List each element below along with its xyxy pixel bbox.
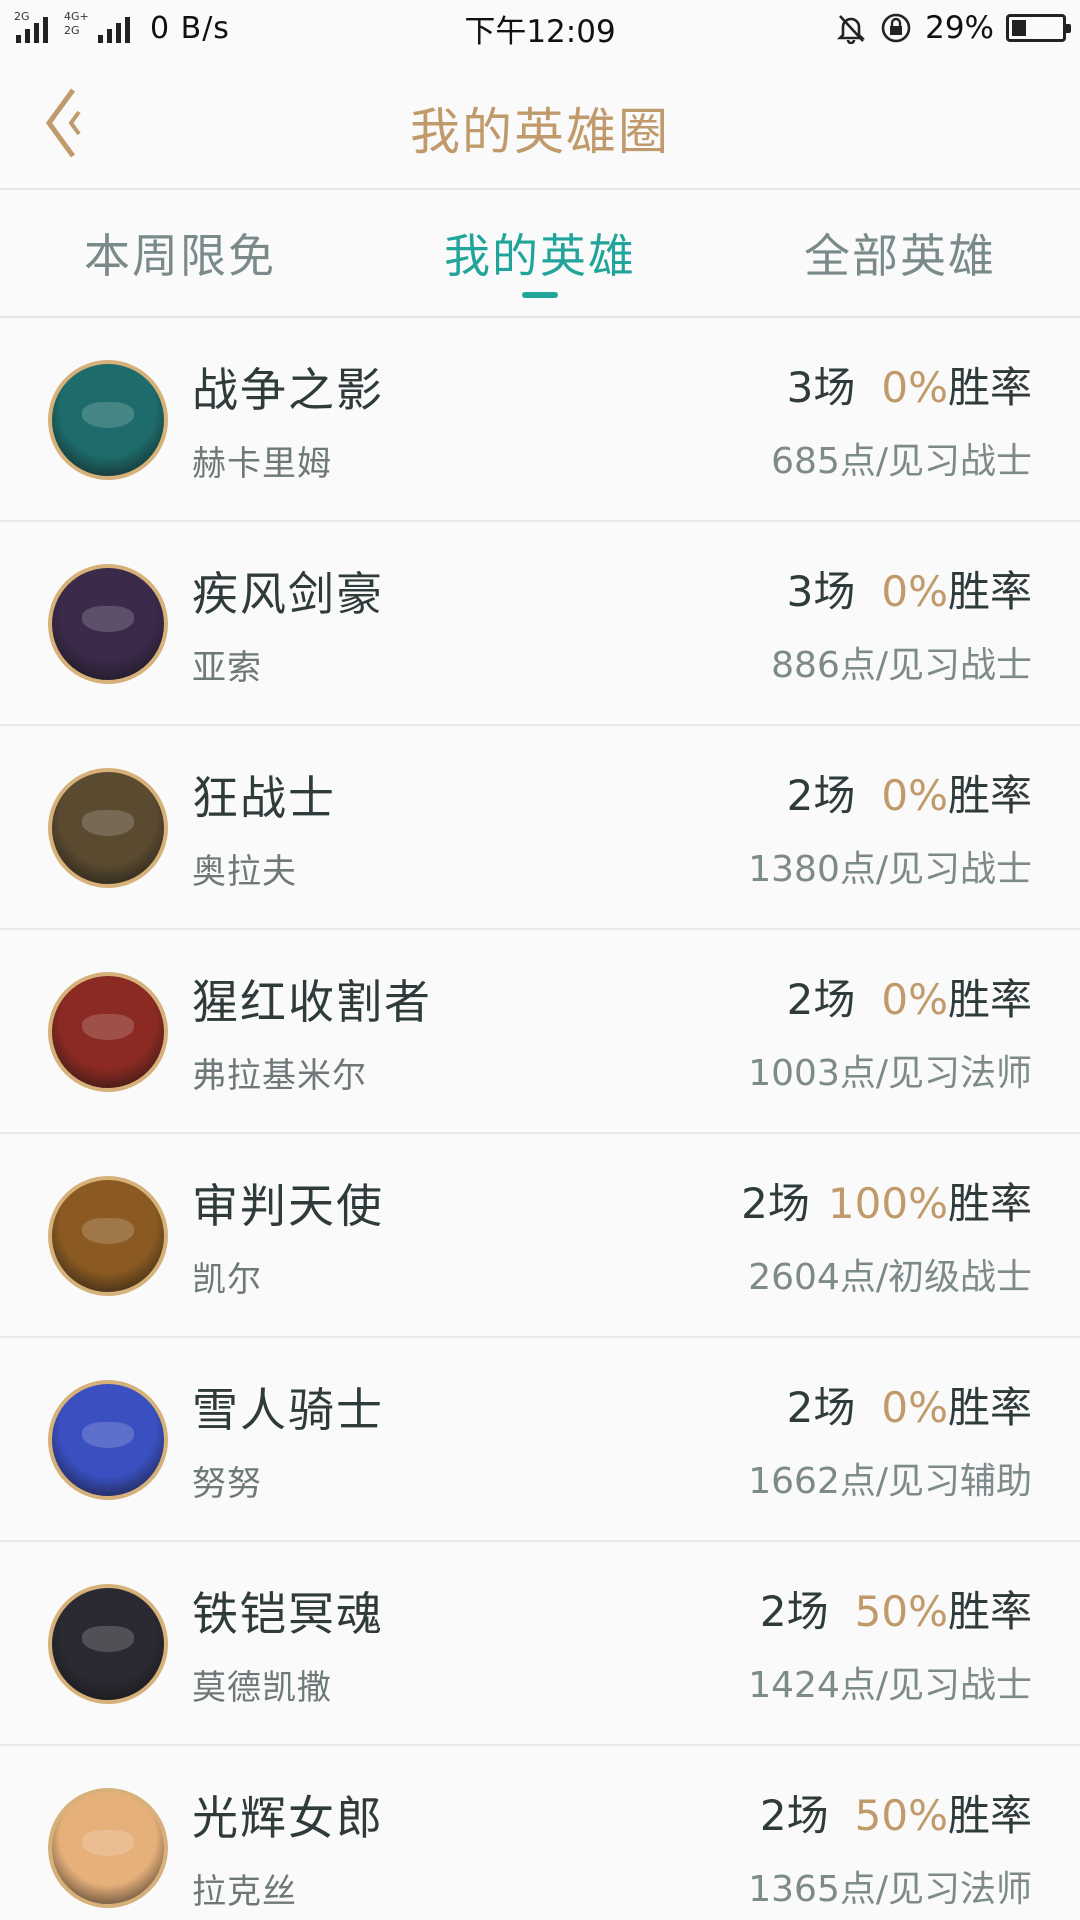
hero-alias: 弗拉基米尔	[192, 1056, 367, 1096]
hero-stats: 2场 50%胜率	[760, 1782, 1032, 1843]
win-rate-value: 0%	[881, 975, 948, 1024]
hero-avatar	[48, 1788, 168, 1908]
hero-avatar	[48, 360, 168, 480]
hero-points: 1424点/见习战士	[748, 1665, 1032, 1706]
hero-alias: 拉克丝	[192, 1872, 297, 1912]
games-count: 2场	[759, 1791, 829, 1840]
win-rate-label: 胜率	[947, 363, 1032, 412]
hero-alias: 赫卡里姆	[192, 444, 332, 484]
hero-portrait	[82, 402, 134, 428]
hero-alias: 莫德凯撒	[192, 1668, 332, 1708]
list-item[interactable]: 战争之影 赫卡里姆 3场 0%胜率 685点/见习战士	[0, 318, 1080, 522]
hero-points: 886点/见习战士	[771, 645, 1032, 686]
bell-muted-icon	[835, 12, 867, 44]
win-rate-value: 100%	[827, 1179, 948, 1228]
hero-points: 2604点/初级战士	[748, 1257, 1032, 1298]
hero-portrait	[82, 1626, 134, 1652]
hero-name: 战争之影	[192, 363, 384, 417]
hero-avatar	[48, 972, 168, 1092]
hero-points: 1662点/见习辅助	[748, 1461, 1032, 1502]
win-rate-label: 胜率	[947, 1383, 1032, 1432]
hero-name: 审判天使	[192, 1179, 384, 1233]
win-rate-value: 0%	[881, 363, 948, 412]
hero-alias: 奥拉夫	[192, 852, 297, 892]
win-rate-value: 0%	[881, 567, 948, 616]
hero-avatar	[48, 1380, 168, 1500]
list-item[interactable]: 审判天使 凯尔 2场 100%胜率 2604点/初级战士	[0, 1134, 1080, 1338]
games-count: 2场	[786, 771, 856, 820]
tab-all-heroes[interactable]: 全部英雄	[770, 220, 1030, 286]
battery-percent: 29%	[925, 10, 994, 46]
hero-stats: 3场 0%胜率	[787, 558, 1032, 619]
hero-portrait	[82, 606, 134, 632]
hero-name: 疾风剑豪	[192, 567, 384, 621]
win-rate-value: 50%	[854, 1587, 948, 1636]
tab-indicator	[522, 292, 558, 298]
hero-stats: 2场 0%胜率	[787, 762, 1032, 823]
page-title: 我的英雄圈	[410, 103, 670, 161]
hero-stats: 2场 50%胜率	[760, 1578, 1032, 1639]
hero-alias: 凯尔	[192, 1260, 262, 1300]
status-bar: 2G 4G+ 2G 0 B/s 下午12:09 29%	[0, 0, 1080, 56]
hero-name: 狂战士	[192, 771, 336, 825]
rotation-lock-icon	[879, 11, 913, 45]
hero-portrait	[82, 810, 134, 836]
hero-alias: 亚索	[192, 648, 262, 688]
tab-weekly-free[interactable]: 本周限免	[50, 220, 310, 286]
hero-portrait	[82, 1014, 134, 1040]
hero-portrait	[82, 1830, 134, 1856]
battery-fill	[1012, 20, 1026, 36]
hero-avatar	[48, 1584, 168, 1704]
tab-bar: 本周限免 我的英雄 全部英雄	[0, 190, 1080, 318]
win-rate-value: 0%	[881, 771, 948, 820]
hero-avatar	[48, 564, 168, 684]
list-item[interactable]: 光辉女郎 拉克丝 2场 50%胜率 1365点/见习法师	[0, 1746, 1080, 1920]
tab-my-heroes[interactable]: 我的英雄	[410, 220, 670, 286]
status-right: 29%	[835, 6, 1071, 50]
hero-name: 雪人骑士	[192, 1383, 384, 1437]
win-rate-label: 胜率	[947, 567, 1032, 616]
hero-points: 1380点/见习战士	[748, 849, 1032, 890]
hero-avatar	[48, 768, 168, 888]
win-rate-label: 胜率	[947, 771, 1032, 820]
hero-name: 猩红收割者	[192, 975, 432, 1029]
games-count: 2场	[741, 1179, 810, 1228]
games-count: 2场	[759, 1587, 829, 1636]
hero-points: 1003点/见习法师	[748, 1053, 1032, 1094]
hero-name: 铁铠冥魂	[192, 1587, 384, 1641]
list-item[interactable]: 铁铠冥魂 莫德凯撒 2场 50%胜率 1424点/见习战士	[0, 1542, 1080, 1746]
win-rate-label: 胜率	[947, 1791, 1032, 1840]
battery-icon	[1006, 14, 1071, 42]
games-count: 3场	[786, 363, 856, 412]
games-count: 2场	[786, 1383, 856, 1432]
list-item[interactable]: 雪人骑士 努努 2场 0%胜率 1662点/见习辅助	[0, 1338, 1080, 1542]
title-bar: 我的英雄圈	[0, 56, 1080, 190]
games-count: 2场	[786, 975, 856, 1024]
hero-stats: 2场 0%胜率	[787, 966, 1032, 1027]
hero-name: 光辉女郎	[192, 1791, 384, 1845]
hero-portrait	[82, 1218, 134, 1244]
hero-stats: 2场 0%胜率	[787, 1374, 1032, 1435]
hero-stats: 2场 100%胜率	[741, 1170, 1032, 1231]
hero-portrait	[82, 1422, 134, 1448]
list-item[interactable]: 疾风剑豪 亚索 3场 0%胜率 886点/见习战士	[0, 522, 1080, 726]
hero-points: 1365点/见习法师	[748, 1869, 1032, 1910]
win-rate-label: 胜率	[947, 1587, 1032, 1636]
hero-avatar	[48, 1176, 168, 1296]
win-rate-value: 0%	[881, 1383, 948, 1432]
games-count: 3场	[786, 567, 856, 616]
win-rate-label: 胜率	[947, 1179, 1032, 1228]
hero-points: 685点/见习战士	[771, 441, 1032, 482]
hero-stats: 3场 0%胜率	[787, 354, 1032, 415]
hero-alias: 努努	[192, 1464, 262, 1504]
win-rate-label: 胜率	[947, 975, 1032, 1024]
win-rate-value: 50%	[854, 1791, 948, 1840]
list-item[interactable]: 狂战士 奥拉夫 2场 0%胜率 1380点/见习战士	[0, 726, 1080, 930]
hero-list: 战争之影 赫卡里姆 3场 0%胜率 685点/见习战士 疾风剑豪 亚索 3场 0%胜…	[0, 318, 1080, 1920]
list-item[interactable]: 猩红收割者 弗拉基米尔 2场 0%胜率 1003点/见习法师	[0, 930, 1080, 1134]
